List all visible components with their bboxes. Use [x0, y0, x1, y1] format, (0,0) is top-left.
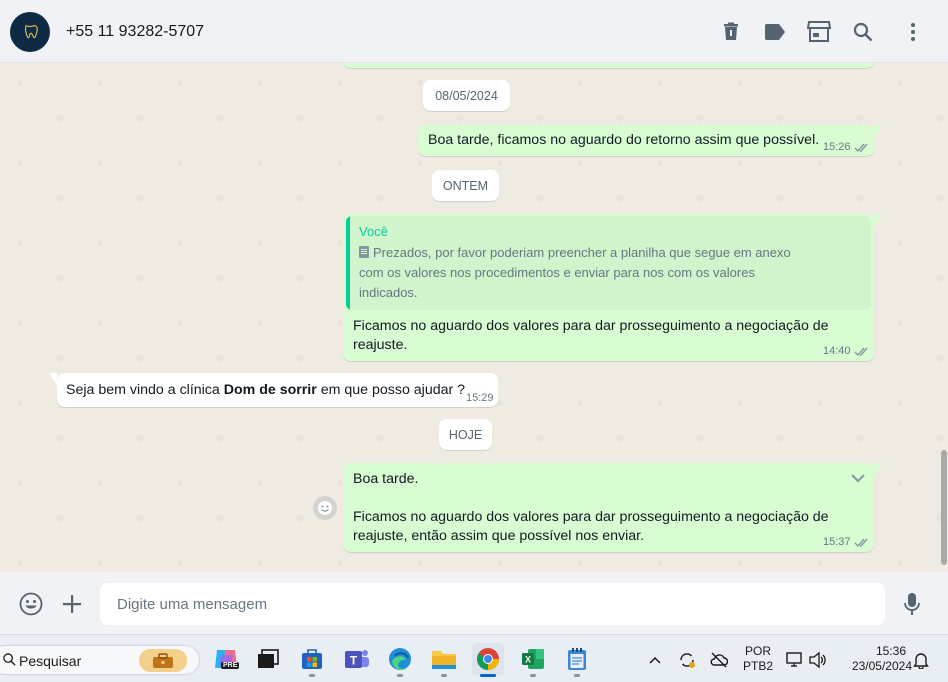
teams-icon: T	[345, 650, 369, 668]
message-text-bold: Dom de sorrir	[223, 382, 317, 398]
emoji-icon	[318, 501, 332, 515]
copilot-app[interactable]: PRE	[210, 643, 242, 675]
quote-text: Prezados, por favor poderiam preencher a…	[359, 243, 809, 303]
windows-taskbar: Pesquisar PRE T X POR PTB2 15:36 23/05/2…	[0, 634, 948, 682]
svg-text:X: X	[525, 655, 531, 665]
message-time: 15:26	[823, 141, 851, 153]
chrome-app[interactable]	[472, 643, 504, 677]
attach-icon[interactable]	[59, 591, 85, 617]
folder-icon	[432, 651, 456, 669]
notification-bell-icon[interactable]	[912, 651, 930, 669]
chevron-down-icon[interactable]	[851, 474, 865, 483]
message-text: Ficamos no aguardo dos valores para dar …	[353, 318, 829, 353]
message-time: 15:37	[823, 536, 851, 548]
read-ticks-icon	[854, 347, 868, 356]
quote-accent-bar	[346, 216, 350, 310]
message-list[interactable]: 08/05/2024 Boa tarde, ficamos no aguardo…	[0, 63, 948, 572]
message-time: 14:40	[823, 345, 851, 357]
keyboard-layout: PTB2	[742, 659, 773, 673]
chrome-icon	[477, 648, 499, 670]
date-chip: ONTEM	[432, 170, 499, 201]
microphone-icon[interactable]	[899, 591, 925, 617]
message-composer	[0, 572, 948, 634]
clock-date: 23/05/2024	[851, 659, 912, 673]
taskbar-clock[interactable]: 15:36 23/05/2024	[838, 644, 912, 674]
quote-text-content: Prezados, por favor poderiam preencher a…	[359, 245, 791, 300]
message-meta: 15:37	[823, 536, 870, 548]
input-language-indicator[interactable]: POR PTB2	[742, 644, 774, 674]
running-indicator	[309, 674, 315, 677]
message-meta: 14:40	[823, 345, 870, 357]
emoji-icon[interactable]	[18, 591, 44, 617]
reaction-emoji-button[interactable]	[313, 496, 337, 520]
message-meta: 15:29	[466, 392, 494, 404]
tooth-logo-icon	[24, 25, 38, 39]
contact-name[interactable]: +55 11 93282-5707	[66, 23, 204, 41]
taskbar-search[interactable]: Pesquisar	[0, 645, 200, 675]
notepad-icon	[568, 648, 586, 670]
language-code: POR	[744, 644, 771, 658]
contact-avatar[interactable]	[10, 12, 50, 52]
file-explorer-app[interactable]	[428, 643, 460, 677]
cloud-off-icon[interactable]	[710, 651, 728, 669]
edge-icon	[389, 648, 411, 670]
read-ticks-icon	[854, 538, 868, 547]
menu-icon[interactable]	[901, 20, 925, 44]
network-icon[interactable]	[786, 651, 804, 669]
message-meta: 15:26	[823, 141, 870, 153]
message-bubble-outgoing[interactable]: Boa tarde, ficamos no aguardo do retorno…	[418, 125, 882, 156]
preview-badge: PRE	[221, 662, 240, 669]
chat-scrollbar[interactable]	[941, 450, 947, 565]
search-highlight-icon	[139, 649, 187, 672]
sync-icon[interactable]	[678, 651, 696, 669]
message-input[interactable]	[100, 583, 885, 625]
read-ticks-icon	[854, 143, 868, 152]
running-indicator	[574, 674, 580, 677]
date-chip: HOJE	[439, 419, 492, 450]
svg-text:T: T	[350, 654, 358, 668]
taskbar-search-placeholder: Pesquisar	[19, 653, 82, 669]
message-text-part: em que posso ajudar ?	[316, 382, 466, 398]
excel-app[interactable]: X	[517, 643, 549, 677]
task-view-app[interactable]	[252, 643, 284, 675]
delete-icon[interactable]	[719, 20, 743, 44]
quote-author: Você	[359, 224, 388, 239]
message-text: Seja bem vindo a clínica Dom de sorrir e…	[66, 381, 465, 400]
date-chip: 08/05/2024	[423, 80, 510, 111]
notepad-app[interactable]	[561, 643, 593, 677]
message-text: Boa tarde, ficamos no aguardo do retorno…	[428, 132, 820, 148]
search-icon[interactable]	[851, 20, 875, 44]
microsoft-store-app[interactable]	[296, 643, 328, 677]
message-time: 15:29	[466, 392, 494, 404]
message-text-line: Ficamos no aguardo dos valores para dar …	[353, 509, 829, 544]
store-bag-icon	[302, 649, 322, 669]
message-text-part: Seja bem vindo a clínica	[66, 382, 224, 398]
edge-app[interactable]	[384, 643, 416, 677]
message-bubble-outgoing[interactable]: Boa tarde. Ficamos no aguardo dos valore…	[343, 463, 882, 552]
search-icon	[3, 653, 16, 666]
task-view-icon	[258, 649, 279, 668]
store-icon[interactable]	[807, 20, 831, 44]
teams-app[interactable]: T	[341, 643, 373, 675]
chat-header: +55 11 93282-5707	[0, 0, 948, 63]
excel-icon: X	[522, 649, 544, 669]
message-text-line: Boa tarde.	[353, 471, 419, 487]
clock-time: 15:36	[875, 644, 906, 658]
running-indicator	[441, 674, 447, 677]
running-indicator	[397, 674, 403, 677]
message-bubble-incoming[interactable]: Seja bem vindo a clínica Dom de sorrir e…	[49, 373, 498, 407]
label-icon[interactable]	[763, 20, 787, 44]
document-icon	[359, 246, 369, 258]
quoted-message[interactable]: Você Prezados, por favor poderiam preenc…	[346, 216, 871, 310]
chevron-up-icon[interactable]	[646, 651, 664, 669]
running-indicator	[530, 674, 536, 677]
active-indicator	[480, 674, 496, 677]
volume-icon[interactable]	[809, 651, 827, 669]
previous-message-bubble[interactable]	[343, 63, 874, 68]
